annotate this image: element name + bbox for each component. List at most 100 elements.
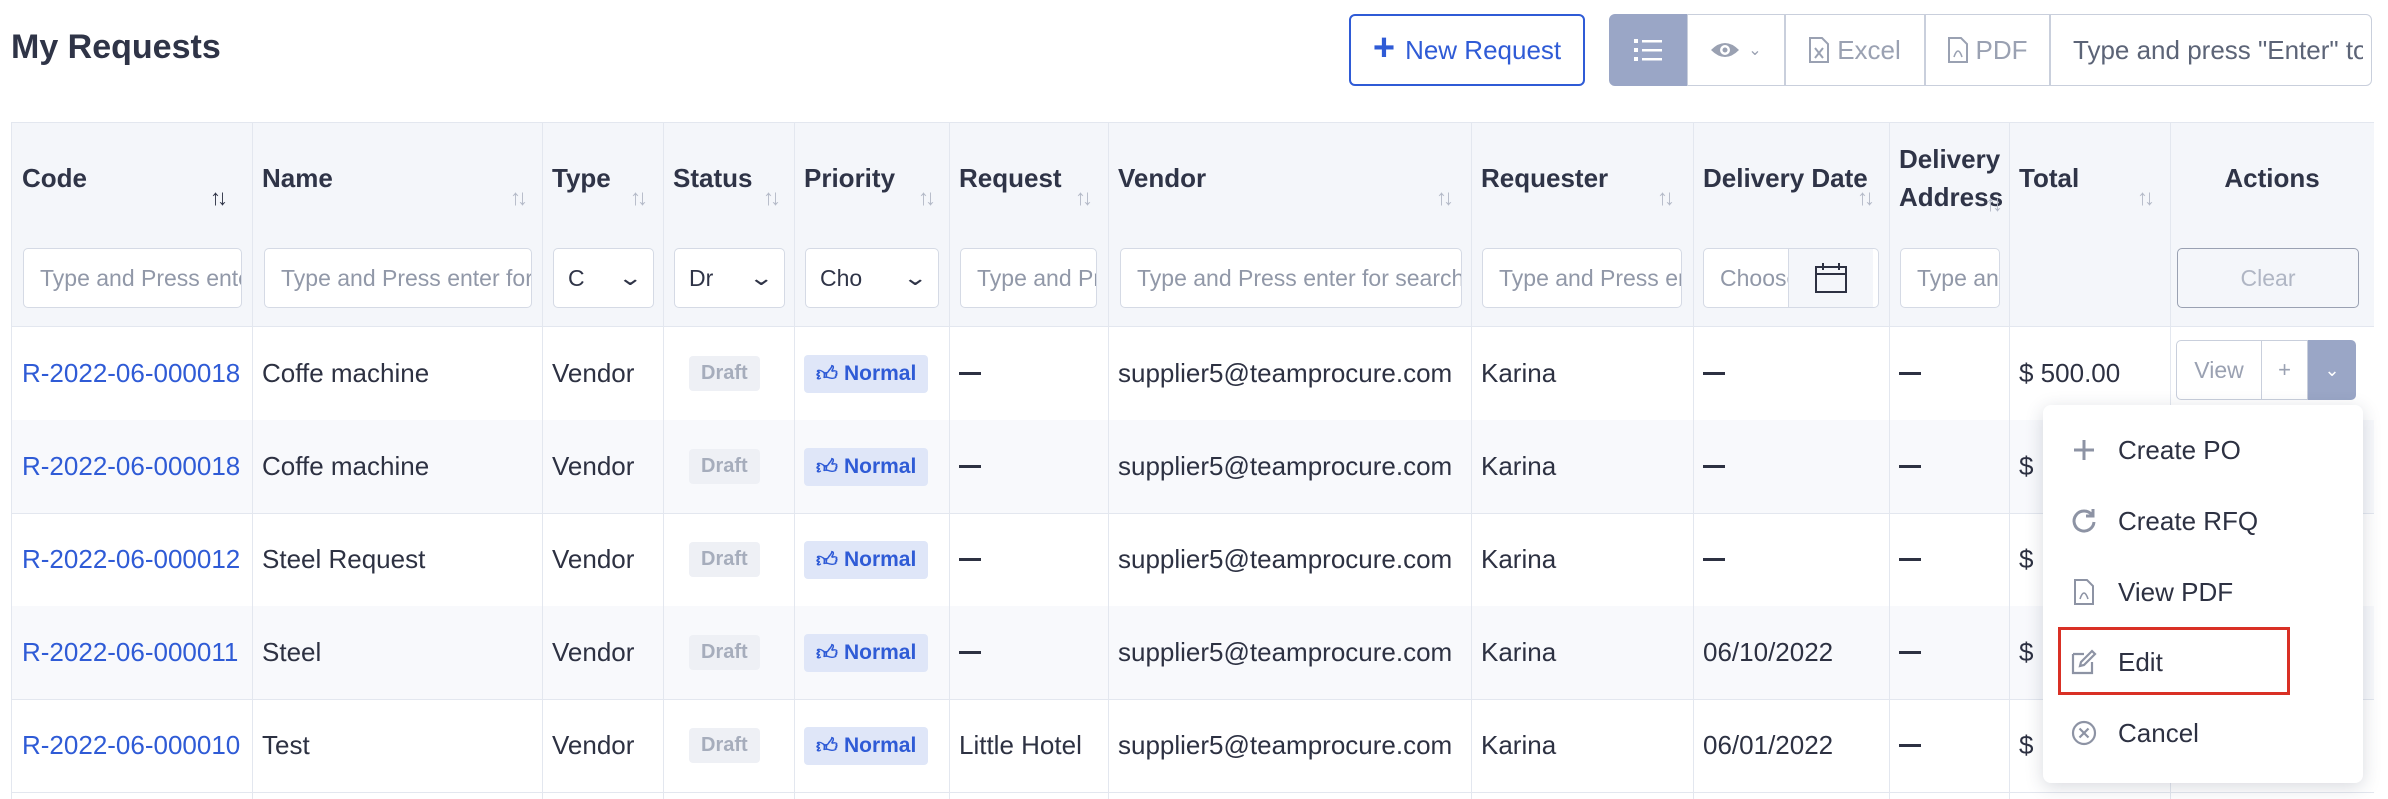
header-delivery-date[interactable]: Delivery Date ↑↓ [1693,123,1889,233]
thumbs-up-icon: 👍︎ [816,362,838,386]
requester-name: Karina [1481,544,1557,574]
request-type: Vendor [552,637,635,667]
delivery-date-empty [1693,420,1725,513]
export-pdf-button[interactable]: PDF [1925,14,2050,86]
header-total[interactable]: Total ↑↓ [2009,123,2170,233]
header-actions-label: Actions [2224,162,2320,193]
header-requester-label: Requester [1481,162,1609,193]
filter-code-input[interactable]: Type and Press enter [23,248,242,308]
priority-badge: 👍︎ Normal [794,327,929,420]
view-button[interactable]: View [2176,340,2262,400]
search-input[interactable] [2073,34,2363,66]
sort-icon[interactable]: ↑↓ [1436,185,1454,211]
menu-item-create-rfq[interactable]: Create RFQ [2043,486,2363,556]
priority-badge: 👍︎ Normal [794,420,929,513]
menu-item-view-pdf[interactable]: View PDF [2043,557,2363,627]
filter-delivery-address-input[interactable]: Type and [1900,248,2000,308]
request-type: Vendor [552,544,635,574]
request-type: Vendor [552,451,635,481]
header-code[interactable]: Code ↑↓ [12,123,252,233]
more-actions-dropdown-button[interactable]: ⌄ [2308,340,2356,400]
filter-type-value: C [568,264,585,291]
refresh-icon [2069,506,2099,536]
delivery-date-empty [1693,513,1725,606]
sort-icon[interactable]: ↑↓ [1857,185,1875,211]
dash-icon [1703,465,1725,468]
status-badge: Draft [663,606,760,699]
requester-name: Karina [1481,730,1557,760]
header-priority[interactable]: Priority ↑↓ [794,123,949,233]
header-vendor[interactable]: Vendor ↑↓ [1108,123,1471,233]
list-icon [1634,39,1662,61]
priority-badge-label: 👍︎ Normal [804,447,929,486]
plus-icon [2069,435,2099,465]
delivery-address-empty [1889,606,1921,699]
sort-icon[interactable]: ↑↓ [1075,185,1093,211]
vendor-email: supplier5@teamprocure.com [1118,637,1453,667]
sort-icon[interactable]: ↑↓ [1985,185,2003,223]
status-badge: Draft [663,699,760,792]
clear-filters-button[interactable]: Clear [2177,248,2359,308]
sort-icon[interactable]: ↑↓ [918,185,936,211]
header-requester[interactable]: Requester ↑↓ [1471,123,1693,233]
request-empty [949,606,981,699]
total-amount: $ [2019,451,2034,481]
request-code-link[interactable]: R-2022-06-000018 [12,327,240,420]
sort-icon[interactable]: ↑↓ [510,185,528,211]
status-badge: Draft [663,420,760,513]
sort-icon[interactable]: ↑↓ [2137,185,2155,211]
vendor-email: supplier5@teamprocure.com [1118,544,1453,574]
sort-icon[interactable]: ↑↓ [210,185,228,211]
delivery-address-empty [1889,699,1921,792]
header-vendor-label: Vendor [1118,162,1207,193]
filter-status-value: Dr [689,264,714,291]
chevron-down-icon: ⌄ [747,265,774,290]
filter-type-select[interactable]: C ⌄ [553,248,654,308]
priority-badge: 👍︎ Normal [794,699,929,792]
header-type[interactable]: Type ↑↓ [542,123,663,233]
request-type: Vendor [552,730,635,760]
thumbs-up-icon: 👍︎ [816,548,838,572]
list-view-button[interactable] [1609,14,1687,86]
filter-requester-input[interactable]: Type and Press enter [1482,248,1682,308]
header-code-label: Code [22,162,87,193]
filter-request-input[interactable]: Type and Press [960,248,1097,308]
export-excel-button[interactable]: Excel [1785,14,1925,86]
row-action-group: View + ⌄ [2176,340,2356,400]
request-code-link[interactable]: R-2022-06-000018 [12,420,240,513]
request-name: Coffe machine [262,358,430,388]
thumbs-up-icon: 👍︎ [816,734,838,758]
column-visibility-button[interactable]: ⌄ [1687,14,1785,86]
sort-icon[interactable]: ↑↓ [1657,185,1675,211]
filter-status-select[interactable]: Dr ⌄ [674,248,785,308]
request-code-link[interactable]: R-2022-06-000010 [12,699,240,792]
header-request[interactable]: Request ↑↓ [949,123,1108,233]
request-empty [949,420,981,513]
filter-delivery-date[interactable]: Choose [1703,248,1879,308]
new-request-label: New Request [1405,34,1562,65]
priority-badge: 👍︎ Normal [794,513,929,606]
status-badge-label: Draft [689,635,760,670]
priority-label: Normal [843,361,917,385]
menu-item-cancel[interactable]: Cancel [2043,698,2363,768]
header-delivery-address[interactable]: Delivery Address ↑↓ [1889,123,2009,233]
header-name[interactable]: Name ↑↓ [252,123,542,233]
vendor-email: supplier5@teamprocure.com [1118,730,1453,760]
filter-name-input[interactable]: Type and Press enter for search [264,248,532,308]
filter-vendor-input[interactable]: Type and Press enter for search [1120,248,1462,308]
header-status[interactable]: Status ↑↓ [663,123,794,233]
filter-priority-select[interactable]: Cho ⌄ [805,248,939,308]
status-badge-label: Draft [689,542,760,577]
calendar-icon[interactable] [1788,249,1873,307]
sort-icon[interactable]: ↑↓ [763,185,781,211]
dash-icon [1703,558,1725,561]
new-request-button[interactable]: + New Request [1349,14,1585,86]
delivery-address-empty [1889,420,1921,513]
sort-icon[interactable]: ↑↓ [630,185,648,211]
menu-item-create-po[interactable]: Create PO [2043,415,2363,485]
header-priority-label: Priority [804,162,896,193]
add-button[interactable]: + [2262,340,2308,400]
request-code-link[interactable]: R-2022-06-000012 [12,513,240,606]
request-code-link[interactable]: R-2022-06-000011 [12,606,238,699]
menu-item-label: Cancel [2118,717,2199,748]
